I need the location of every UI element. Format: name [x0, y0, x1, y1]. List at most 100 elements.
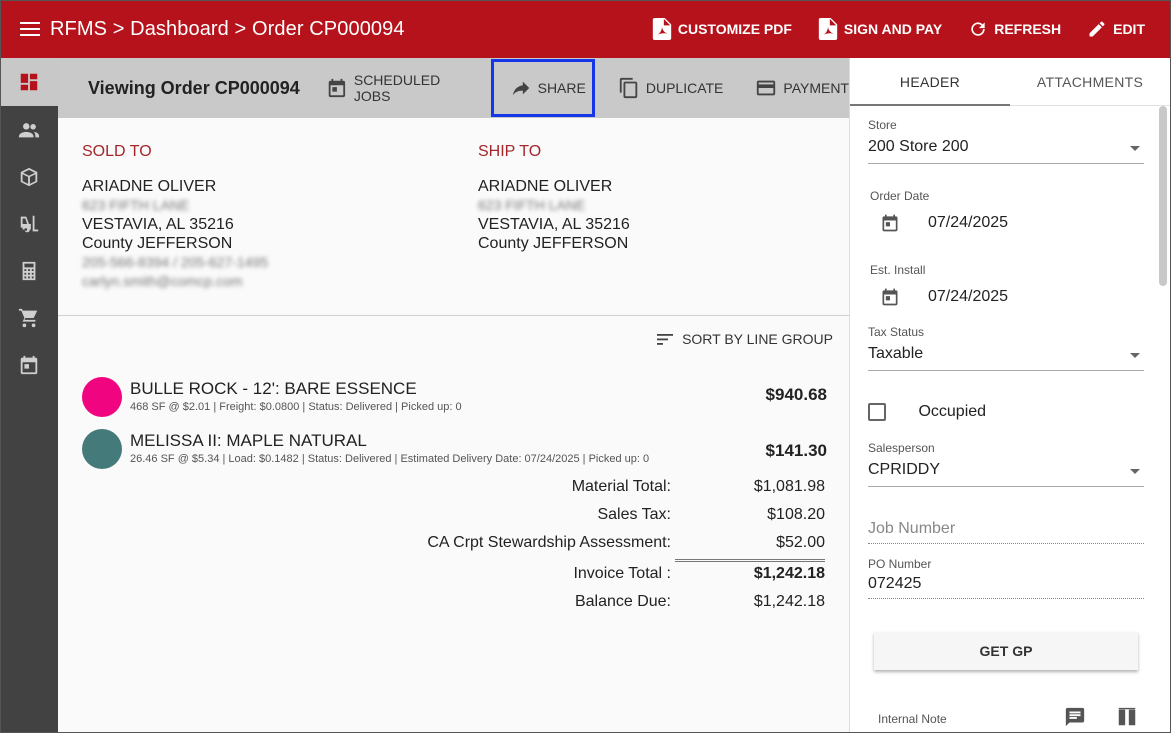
- po-number-input[interactable]: 072425: [868, 571, 1144, 599]
- sold-to-street: 623 FIFTH LANE: [82, 197, 190, 213]
- order-detail: SOLD TO ARIADNE OLIVER 623 FIFTH LANE VE…: [58, 118, 849, 733]
- calendar-icon: [328, 78, 346, 98]
- job-number-input[interactable]: Job Number: [868, 516, 1144, 544]
- customize-pdf-button[interactable]: CUSTOMIZE PDF: [652, 18, 792, 40]
- color-swatch: [82, 429, 122, 469]
- balance-due-value: $1,242.18: [753, 593, 825, 610]
- pencil-icon: [1089, 21, 1105, 37]
- tax-status-field: Tax Status Taxable: [868, 325, 1144, 371]
- comment-icon[interactable]: [1064, 706, 1086, 728]
- po-number-label: PO Number: [868, 557, 932, 571]
- forklift-icon: [20, 215, 39, 232]
- top-actions: CUSTOMIZE PDF SIGN AND PAY REFRESH EDIT: [652, 0, 1171, 58]
- calendar-icon: [882, 214, 898, 232]
- credit-card-icon: [757, 80, 776, 96]
- nav-products[interactable]: [0, 153, 58, 200]
- nav-inventory[interactable]: [0, 200, 58, 247]
- po-number-value: 072425: [868, 575, 922, 592]
- nav-dashboard[interactable]: [0, 58, 58, 106]
- occupied-label: Occupied: [918, 403, 987, 420]
- order-date-picker[interactable]: 07/24/2025: [868, 213, 1144, 233]
- box-icon: [20, 167, 38, 186]
- line-item-name: BULLE ROCK - 12': BARE ESSENCE: [130, 379, 417, 398]
- balance-due-label: Balance Due:: [574, 593, 671, 610]
- nav-calendar[interactable]: [0, 341, 58, 388]
- scheduled-jobs-button[interactable]: SCHEDULED JOBS: [326, 59, 480, 117]
- section-divider: [58, 315, 849, 316]
- store-label: Store: [868, 118, 897, 132]
- occupied-checkbox[interactable]: [868, 403, 886, 421]
- sign-and-pay-label: SIGN AND PAY: [843, 21, 943, 37]
- share-highlight-box: [491, 59, 595, 117]
- pdf-file-icon: [652, 18, 672, 40]
- order-header-panel: HEADER ATTACHMENTS Store 200 Store 200 O…: [849, 58, 1171, 733]
- breadcrumb[interactable]: RFMS > Dashboard > Order CP000094: [50, 18, 405, 41]
- get-gp-button[interactable]: GET GP: [874, 632, 1138, 670]
- order-date-value: 07/24/2025: [928, 214, 1009, 231]
- internal-note-field: Internal Note: [878, 707, 1140, 728]
- nav-calculator[interactable]: [0, 247, 58, 294]
- job-number-placeholder: Job Number: [868, 520, 956, 537]
- line-item[interactable]: BULLE ROCK - 12': BARE ESSENCE 468 SF @ …: [82, 377, 827, 421]
- calendar-icon: [20, 355, 38, 374]
- material-total-row: Material Total: $1,081.98: [325, 478, 825, 500]
- sort-label: SORT BY LINE GROUP: [682, 331, 833, 347]
- balance-due-row: Balance Due: $1,242.18: [325, 593, 825, 615]
- sold-to-name: ARIADNE OLIVER: [82, 178, 217, 195]
- pdf-sign-icon: [818, 18, 838, 40]
- salesperson-field: Salesperson CPRIDDY: [868, 441, 1144, 487]
- line-item-price: $141.30: [765, 441, 827, 460]
- salesperson-label: Salesperson: [868, 441, 935, 455]
- columns-icon[interactable]: [1116, 706, 1138, 728]
- line-item-name: MELISSA II: MAPLE NATURAL: [130, 431, 367, 450]
- order-toolbar: Viewing Order CP000094 SCHEDULED JOBS SH…: [58, 58, 849, 118]
- est-install-field: Est. Install 07/24/2025: [868, 263, 1144, 307]
- sales-tax-row: Sales Tax: $108.20: [325, 506, 825, 528]
- cart-icon: [18, 308, 38, 327]
- order-date-field: Order Date 07/24/2025: [868, 189, 1144, 233]
- tax-status-select[interactable]: Taxable: [868, 345, 1144, 371]
- job-number-field: Job Number: [868, 516, 1144, 544]
- dropdown-arrow-icon: [1130, 353, 1140, 358]
- po-number-field: PO Number 072425: [868, 557, 1144, 599]
- left-navigation: [0, 58, 58, 733]
- tab-attachments[interactable]: ATTACHMENTS: [1010, 58, 1170, 105]
- sold-to-county: County JEFFERSON: [82, 235, 233, 252]
- refresh-label: REFRESH: [994, 21, 1062, 37]
- salesperson-select[interactable]: CPRIDDY: [868, 461, 1144, 487]
- occupied-field: Occupied: [868, 403, 1144, 421]
- refresh-button[interactable]: REFRESH: [968, 18, 1061, 40]
- payment-button[interactable]: PAYMENT: [755, 59, 849, 117]
- sold-to-phone: 205-566-8394 / 205-627-1495: [82, 254, 269, 270]
- nav-people[interactable]: [0, 106, 58, 153]
- sold-to-email: carlyn.smith@comcp.com: [82, 273, 243, 289]
- invoice-total-value: $1,242.18: [753, 565, 825, 582]
- invoice-total-label: Invoice Total :: [573, 565, 671, 582]
- edit-label: EDIT: [1113, 21, 1145, 37]
- edit-button[interactable]: EDIT: [1087, 18, 1145, 40]
- sort-icon: [657, 334, 674, 345]
- sign-and-pay-button[interactable]: SIGN AND PAY: [818, 18, 942, 40]
- dropdown-arrow-icon: [1130, 146, 1140, 151]
- sort-by-line-group-button[interactable]: SORT BY LINE GROUP: [656, 330, 833, 348]
- customize-pdf-label: CUSTOMIZE PDF: [677, 21, 792, 37]
- ship-to-street: 623 FIFTH LANE: [478, 197, 586, 213]
- tax-status-value: Taxable: [868, 345, 924, 362]
- nav-cart[interactable]: [0, 294, 58, 341]
- line-item[interactable]: MELISSA II: MAPLE NATURAL 26.46 SF @ $5.…: [82, 429, 827, 473]
- top-app-bar: RFMS > Dashboard > Order CP000094 CUSTOM…: [0, 0, 1171, 58]
- color-swatch: [82, 377, 122, 417]
- order-date-label: Order Date: [870, 189, 930, 203]
- ship-to-block: SHIP TO ARIADNE OLIVER 623 FIFTH LANE VE…: [478, 142, 630, 253]
- est-install-picker[interactable]: 07/24/2025: [868, 287, 1144, 307]
- panel-scrollbar[interactable]: [1159, 106, 1167, 286]
- material-total-label: Material Total:: [571, 478, 671, 495]
- panel-tabs: HEADER ATTACHMENTS: [850, 58, 1171, 106]
- menu-icon[interactable]: [20, 22, 40, 36]
- tab-header[interactable]: HEADER: [850, 58, 1010, 106]
- duplicate-button[interactable]: DUPLICATE: [618, 59, 723, 117]
- material-total-value: $1,081.98: [753, 478, 825, 495]
- totals-rule: [675, 559, 825, 562]
- internal-note-label: Internal Note: [878, 712, 947, 726]
- store-select[interactable]: 200 Store 200: [868, 138, 1144, 164]
